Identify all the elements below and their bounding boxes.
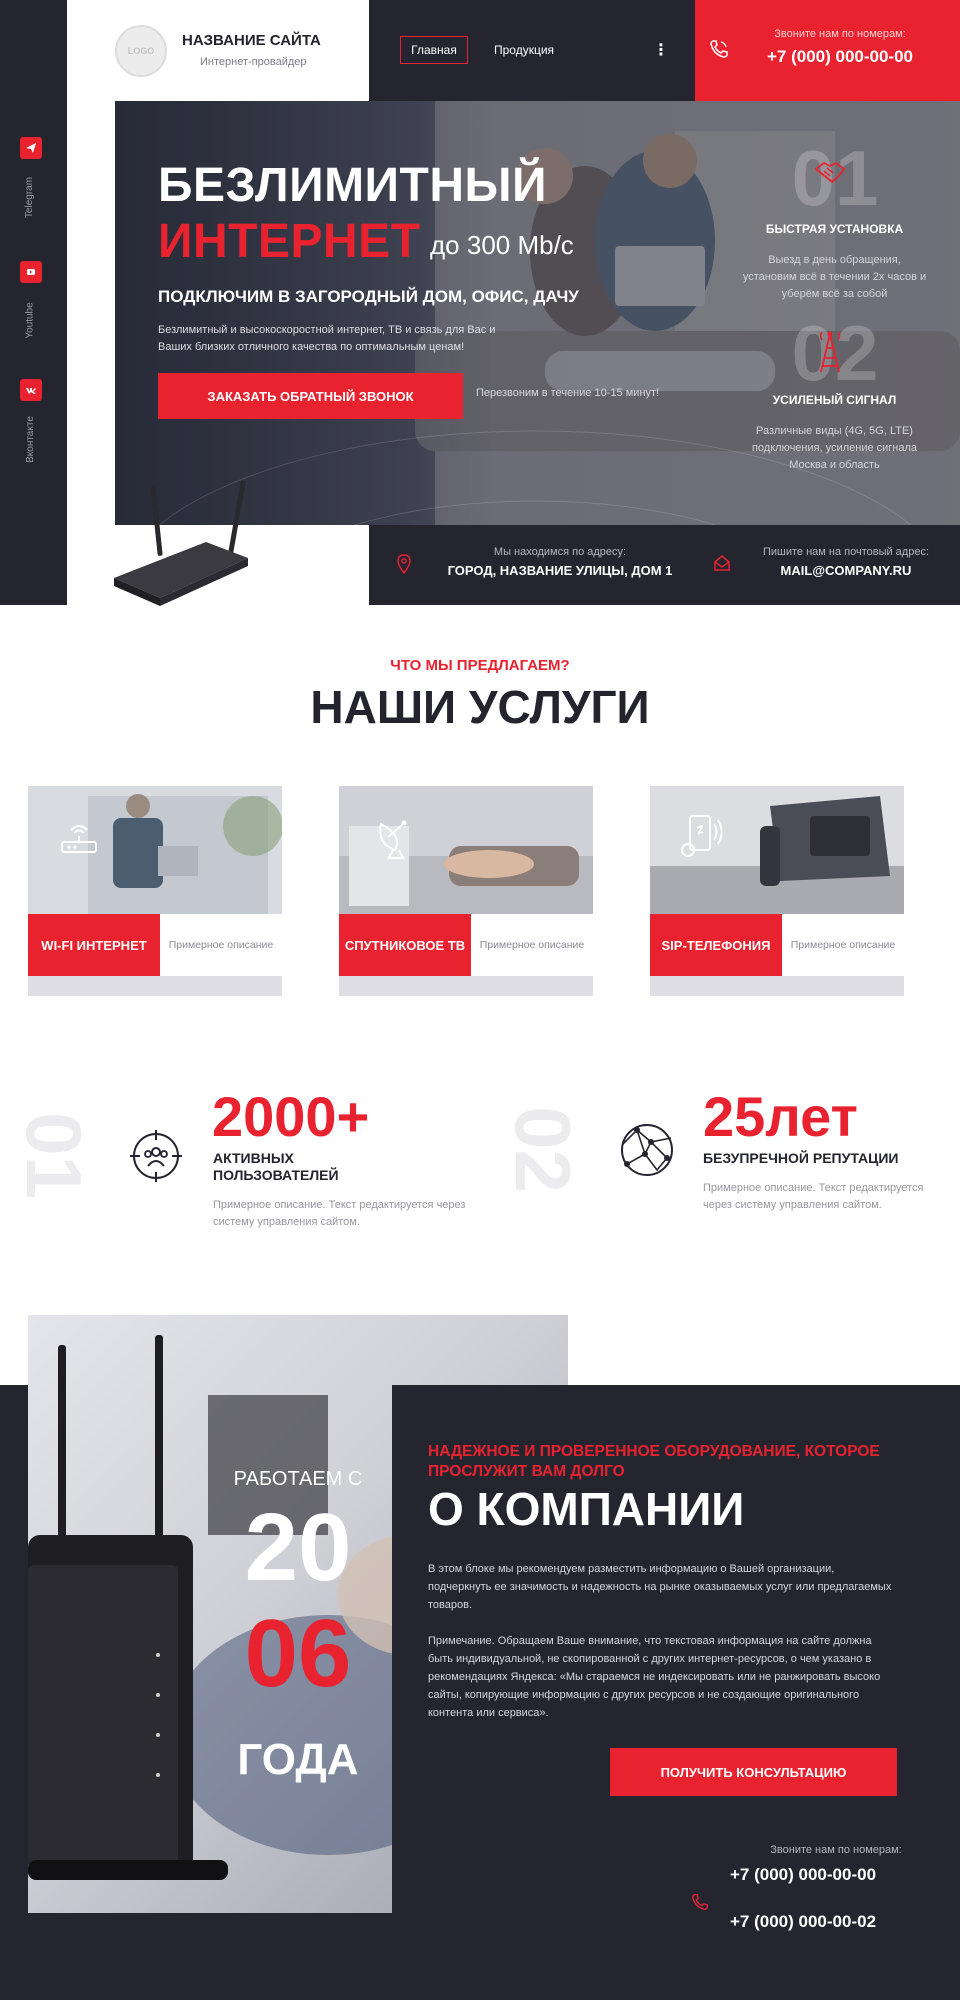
service-title: СПУТНИКОВОЕ ТВ <box>339 914 471 976</box>
footer-phone-caption: Звоните нам по номерам: <box>770 1844 902 1856</box>
router-image <box>110 480 250 615</box>
mail-icon <box>713 554 731 577</box>
hero-description: Безлимитный и высокоскоростной интернет,… <box>158 324 496 353</box>
site-subtitle: Интернет-провайдер <box>200 56 307 68</box>
stat-label: БЕЗУПРЕЧНОЙ РЕПУТАЦИИ <box>703 1150 899 1166</box>
services-kicker: ЧТО МЫ ПРЕДЛАГАЕМ? <box>390 657 570 674</box>
card-footer <box>650 976 904 996</box>
feature-description: Различные виды (4G, 5G, LTE) подключения… <box>751 425 918 471</box>
stat-ghost-number: 02 <box>498 1106 587 1193</box>
footer-phone-number[interactable]: +7 (000) 000-00-02 <box>730 1911 920 1932</box>
hero-speed: до 300 Mb/c <box>430 230 574 260</box>
email-caption: Пишите нам на почтовый адрес: <box>762 546 930 558</box>
callback-button[interactable]: ЗАКАЗАТЬ ОБРАТНЫЙ ЗВОНОК <box>158 373 463 419</box>
stat-description: Примерное описание. Текст редактируется … <box>213 1199 466 1228</box>
service-title: SIP-ТЕЛЕФОНИЯ <box>650 914 782 976</box>
service-description: Примерное описание <box>160 914 282 976</box>
feature-title: БЫСТРАЯ УСТАНОВКА <box>765 222 904 236</box>
handshake-icon <box>812 155 848 196</box>
service-description: Примерное описание <box>471 914 593 976</box>
stat-value: 25лет <box>703 1085 858 1148</box>
address-caption: Мы находимся по адресу: <box>493 546 627 558</box>
service-description: Примерное описание <box>782 914 904 976</box>
address-value: ГОРОД, НАЗВАНИЕ УЛИЦЫ, ДОМ 1 <box>447 563 673 578</box>
about-title: О КОМПАНИИ <box>428 1483 745 1535</box>
social-rail: Telegram Youtube Вконтакте <box>0 0 67 605</box>
smartphone-signal-icon <box>678 812 728 863</box>
vk-link[interactable]: Вконтакте <box>10 399 50 479</box>
feature-title: УСИЛЕНЫЙ СИГНАЛ <box>772 393 897 407</box>
card-footer <box>339 976 593 996</box>
header-phone-caption: Звоните нам по номерам: <box>774 28 906 40</box>
logo[interactable]: LOGO <box>115 25 167 77</box>
phone-icon <box>708 38 730 65</box>
location-pin-icon <box>397 554 411 579</box>
wifi-router-icon <box>56 816 102 863</box>
nav-more-icon[interactable]: ⋮ <box>653 36 669 64</box>
vk-icon[interactable] <box>20 379 42 401</box>
email-value[interactable]: MAIL@COMPANY.RU <box>740 563 952 578</box>
nav-products[interactable]: Продукция <box>494 36 554 64</box>
about-paragraph: В этом блоке мы рекомендуем разместить и… <box>428 1563 892 1611</box>
service-title: WI-FI ИНТЕРНЕТ <box>28 914 160 976</box>
hero-subtitle: ПОДКЛЮЧИМ В ЗАГОРОДНЫЙ ДОМ, ОФИС, ДАЧУ <box>158 287 579 306</box>
youtube-link[interactable]: Youtube <box>10 280 50 360</box>
consultation-button[interactable]: ПОЛУЧИТЬ КОНСУЛЬТАЦИЮ <box>610 1748 897 1796</box>
callback-note: Перезвоним в течение 10-15 минут! <box>476 387 660 399</box>
founding-year-part2: 06 <box>244 1600 352 1707</box>
stat-description: Примерное описание. Текст редактируется … <box>703 1182 924 1211</box>
site-title: НАЗВАНИЕ САЙТА <box>182 32 321 49</box>
footer-phone-number[interactable]: +7 (000) 000-00-00 <box>730 1864 920 1885</box>
stat-value: 2000+ <box>212 1085 370 1148</box>
feature-description: Выезд в день обращения, установим всё в … <box>742 254 927 300</box>
service-card[interactable]: SIP-ТЕЛЕФОНИЯ Примерное описание <box>650 786 904 996</box>
service-card[interactable]: СПУТНИКОВОЕ ТВ Примерное описание <box>339 786 593 996</box>
about-note: Примечание. Обращаем Ваше внимание, что … <box>428 1635 881 1719</box>
service-card[interactable]: WI-FI ИНТЕРНЕТ Примерное описание <box>28 786 282 996</box>
about-kicker: НАДЕЖНОЕ И ПРОВЕРЕННОЕ ОБОРУДОВАНИЕ, КОТ… <box>428 1443 880 1480</box>
card-footer <box>28 976 282 996</box>
satellite-dish-icon <box>373 814 419 865</box>
services-title: НАШИ УСЛУГИ <box>310 681 650 733</box>
telegram-icon[interactable] <box>20 137 42 159</box>
nav-home[interactable]: Главная <box>400 36 468 64</box>
work-since-label: РАБОТАЕМ С <box>233 1468 363 1490</box>
logo-block <box>67 0 369 101</box>
antenna-tower-icon <box>813 330 847 379</box>
stat-ghost-number: 01 <box>9 1112 98 1199</box>
stat-label: АКТИВНЫХ ПОЛЬЗОВАТЕЛЕЙ <box>213 1150 339 1183</box>
globe-network-icon <box>617 1120 677 1185</box>
phone-icon <box>690 1892 710 1917</box>
telegram-link[interactable]: Telegram <box>10 157 50 237</box>
founding-year-part1: 20 <box>244 1494 352 1601</box>
years-word: ГОДА <box>237 1735 359 1784</box>
hero-title-line1: БЕЗЛИМИТНЫЙ <box>158 159 548 212</box>
hero-title-line2: ИНТЕРНЕТ <box>158 215 421 268</box>
header-phone-number[interactable]: +7 (000) 000-00-00 <box>740 47 940 67</box>
users-target-icon <box>128 1128 184 1189</box>
